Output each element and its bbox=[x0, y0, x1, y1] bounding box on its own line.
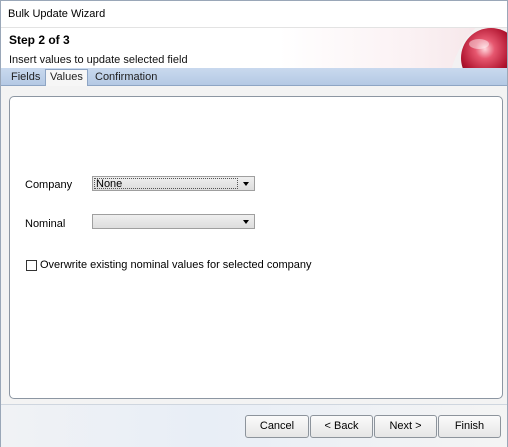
nominal-select[interactable] bbox=[92, 214, 255, 229]
step-title: Step 2 of 3 bbox=[9, 33, 70, 47]
window-title: Bulk Update Wizard bbox=[8, 8, 106, 20]
tab-strip: Fields Values Confirmation bbox=[1, 68, 507, 86]
cancel-button[interactable]: Cancel bbox=[245, 415, 309, 438]
company-label: Company bbox=[25, 179, 73, 191]
overwrite-label: Overwrite existing nominal values for se… bbox=[40, 259, 312, 271]
company-select-value: None bbox=[94, 178, 238, 190]
tab-confirmation[interactable]: Confirmation bbox=[91, 70, 161, 84]
wizard-footer: Cancel < Back Next > Finish bbox=[1, 404, 507, 447]
next-button[interactable]: Next > bbox=[374, 415, 437, 438]
overwrite-checkbox[interactable] bbox=[26, 260, 37, 271]
chevron-down-icon bbox=[243, 182, 249, 186]
tab-values[interactable]: Values bbox=[45, 69, 88, 86]
finish-button[interactable]: Finish bbox=[438, 415, 501, 438]
values-panel: Company None Nominal Overwrite existing … bbox=[9, 96, 503, 399]
wizard-header: Step 2 of 3 Insert values to update sele… bbox=[1, 28, 507, 68]
wizard-window: Bulk Update Wizard Step 2 of 3 Insert va… bbox=[0, 0, 508, 447]
step-subtitle: Insert values to update selected field bbox=[9, 54, 188, 66]
back-button[interactable]: < Back bbox=[310, 415, 373, 438]
nominal-select-value bbox=[94, 216, 238, 227]
decorative-orb-icon bbox=[441, 28, 507, 68]
nominal-label: Nominal bbox=[25, 218, 66, 230]
title-bar: Bulk Update Wizard bbox=[1, 1, 507, 28]
company-select[interactable]: None bbox=[92, 176, 255, 191]
chevron-down-icon bbox=[243, 220, 249, 224]
tab-fields[interactable]: Fields bbox=[7, 70, 44, 84]
